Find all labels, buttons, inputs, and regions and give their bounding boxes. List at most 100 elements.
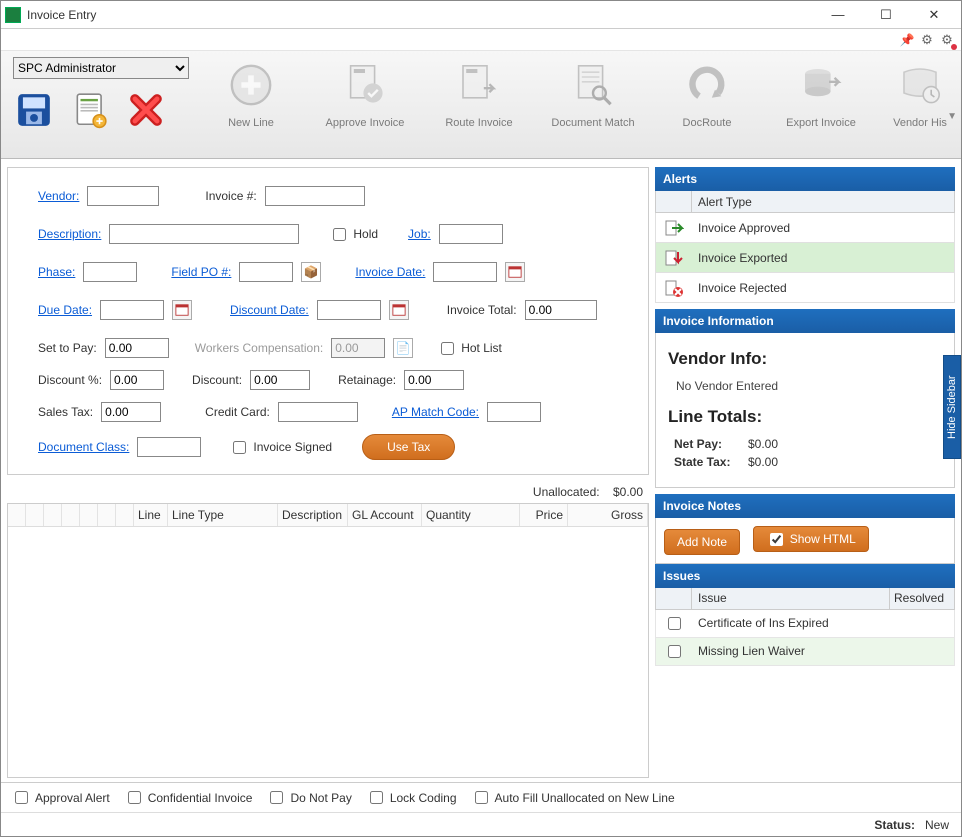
tool-vendor-history[interactable]: Vendor His xyxy=(885,57,955,129)
alerts-header: Alerts xyxy=(655,167,955,191)
new-invoice-icon[interactable] xyxy=(69,89,111,131)
field-po-lookup-icon[interactable]: 📦 xyxy=(301,262,321,282)
alert-row-exported[interactable]: Invoice Exported xyxy=(655,243,955,273)
workers-comp-label: Workers Compensation: xyxy=(195,341,324,355)
discount-input[interactable] xyxy=(250,370,310,390)
grid-header: Line Line Type Description GL Account Qu… xyxy=(8,504,648,527)
toolbar-pinbar: 📌 ⚙ ⚙ xyxy=(1,29,961,51)
issue-row-lien[interactable]: Missing Lien Waiver xyxy=(655,638,955,666)
col-description[interactable]: Description xyxy=(278,504,348,526)
status-bar: Status: New xyxy=(1,812,961,836)
confidential-invoice-checkbox[interactable]: Confidential Invoice xyxy=(124,788,253,807)
description-label[interactable]: Description: xyxy=(38,227,101,241)
use-tax-button[interactable]: Use Tax xyxy=(362,434,455,460)
tool-route-invoice[interactable]: Route Invoice xyxy=(429,57,529,129)
vendor-label[interactable]: Vendor: xyxy=(38,189,79,203)
discount-date-label[interactable]: Discount Date: xyxy=(230,303,309,317)
tool-export-invoice[interactable]: Export Invoice xyxy=(771,57,871,129)
sales-tax-label: Sales Tax: xyxy=(38,405,93,419)
delete-icon[interactable] xyxy=(125,89,167,131)
titlebar: Invoice Entry — ☐ ✕ xyxy=(1,1,961,29)
minimize-button[interactable]: — xyxy=(823,5,853,25)
invoice-num-input[interactable] xyxy=(265,186,365,206)
invoice-notes-body: Add Note Show HTML xyxy=(655,518,955,564)
alert-row-rejected[interactable]: Invoice Rejected xyxy=(655,273,955,303)
hide-sidebar-toggle[interactable]: Hide Sidebar xyxy=(943,355,961,459)
col-line[interactable]: Line xyxy=(134,504,168,526)
col-glaccount[interactable]: GL Account xyxy=(348,504,422,526)
add-note-button[interactable]: Add Note xyxy=(664,529,740,555)
sales-tax-input[interactable] xyxy=(101,402,161,422)
gear-alert-icon[interactable]: ⚙ xyxy=(939,32,955,48)
job-input[interactable] xyxy=(439,224,503,244)
unallocated-row: Unallocated: $0.00 xyxy=(7,475,649,503)
invoice-date-calendar-icon[interactable] xyxy=(505,262,525,282)
maximize-button[interactable]: ☐ xyxy=(871,5,901,25)
col-price[interactable]: Price xyxy=(520,504,568,526)
invoice-num-label: Invoice #: xyxy=(205,189,256,203)
tool-docroute[interactable]: DocRoute xyxy=(657,57,757,129)
unallocated-label: Unallocated: xyxy=(533,485,600,499)
alerts-col-header: Alert Type xyxy=(655,191,955,213)
show-html-checkbox[interactable] xyxy=(770,533,783,546)
field-po-label[interactable]: Field PO #: xyxy=(171,265,231,279)
close-button[interactable]: ✕ xyxy=(919,5,949,25)
window-title: Invoice Entry xyxy=(27,8,823,22)
description-input[interactable] xyxy=(109,224,299,244)
net-pay-label: Net Pay: xyxy=(674,437,738,451)
pin-icon[interactable]: 📌 xyxy=(899,32,915,48)
tool-new-line[interactable]: New Line xyxy=(201,57,301,129)
ap-match-input[interactable] xyxy=(487,402,541,422)
issue-row-cert[interactable]: Certificate of Ins Expired xyxy=(655,610,955,638)
gear-icon[interactable]: ⚙ xyxy=(919,32,935,48)
hot-list-checkbox[interactable]: Hot List xyxy=(437,339,502,358)
invoice-date-input[interactable] xyxy=(433,262,497,282)
alert-row-approved[interactable]: Invoice Approved xyxy=(655,213,955,243)
retainage-input[interactable] xyxy=(404,370,464,390)
issues-col-issue: Issue xyxy=(692,588,890,609)
due-date-calendar-icon[interactable] xyxy=(172,300,192,320)
doc-class-label[interactable]: Document Class: xyxy=(38,440,129,454)
save-icon[interactable] xyxy=(13,89,55,131)
user-select[interactable]: SPC Administrator xyxy=(13,57,189,79)
col-gross[interactable]: Gross xyxy=(568,504,648,526)
field-po-input[interactable] xyxy=(239,262,293,282)
due-date-label[interactable]: Due Date: xyxy=(38,303,92,317)
tool-approve-invoice[interactable]: Approve Invoice xyxy=(315,57,415,129)
lines-grid[interactable]: Line Line Type Description GL Account Qu… xyxy=(7,503,649,778)
col-linetype[interactable]: Line Type xyxy=(168,504,278,526)
col-quantity[interactable]: Quantity xyxy=(422,504,520,526)
phase-input[interactable] xyxy=(83,262,137,282)
retainage-label: Retainage: xyxy=(338,373,396,387)
issue-checkbox[interactable] xyxy=(668,645,681,658)
lock-coding-checkbox[interactable]: Lock Coding xyxy=(366,788,457,807)
credit-card-input[interactable] xyxy=(278,402,358,422)
approval-alert-checkbox[interactable]: Approval Alert xyxy=(11,788,110,807)
issues-col-header: Issue Resolved xyxy=(655,588,955,610)
hold-checkbox[interactable]: Hold xyxy=(329,225,378,244)
doc-class-input[interactable] xyxy=(137,437,201,457)
do-not-pay-checkbox[interactable]: Do Not Pay xyxy=(266,788,351,807)
vendor-input[interactable] xyxy=(87,186,159,206)
status-label: Status: xyxy=(874,818,915,832)
auto-fill-checkbox[interactable]: Auto Fill Unallocated on New Line xyxy=(471,788,675,807)
ap-match-label[interactable]: AP Match Code: xyxy=(392,405,479,419)
discount-date-input[interactable] xyxy=(317,300,381,320)
invoice-signed-checkbox[interactable]: Invoice Signed xyxy=(229,438,332,457)
discount-pct-input[interactable] xyxy=(110,370,164,390)
job-label[interactable]: Job: xyxy=(408,227,431,241)
discount-date-calendar-icon[interactable] xyxy=(389,300,409,320)
tool-document-match[interactable]: Document Match xyxy=(543,57,643,129)
ribbon-overflow-icon[interactable]: ▼ xyxy=(947,111,957,122)
invoice-total-input[interactable] xyxy=(525,300,597,320)
phase-label[interactable]: Phase: xyxy=(38,265,75,279)
invoice-date-label[interactable]: Invoice Date: xyxy=(355,265,425,279)
workers-comp-note-icon[interactable]: 📄 xyxy=(393,338,413,358)
show-html-toggle[interactable]: Show HTML xyxy=(753,526,869,552)
set-to-pay-input[interactable] xyxy=(105,338,169,358)
credit-card-label: Credit Card: xyxy=(205,405,270,419)
due-date-input[interactable] xyxy=(100,300,164,320)
discount-label: Discount: xyxy=(192,373,242,387)
issue-checkbox[interactable] xyxy=(668,617,681,630)
status-value: New xyxy=(925,818,949,832)
